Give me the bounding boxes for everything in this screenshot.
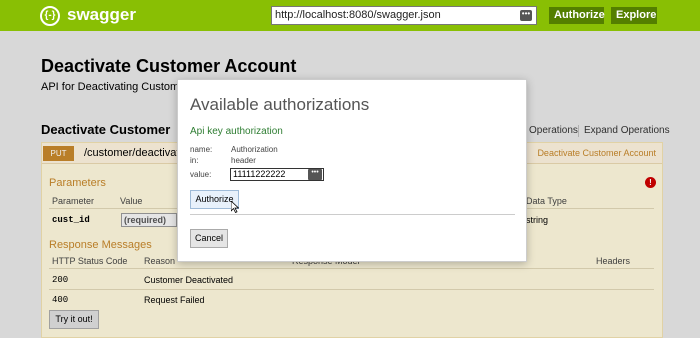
name-value: Authorization — [231, 145, 278, 154]
name-label: name: — [190, 145, 213, 154]
spec-url-input[interactable]: http://localhost:8080/swagger.json ••• — [271, 6, 537, 25]
auth-type-label: Api key authorization — [190, 126, 283, 137]
cancel-button[interactable]: Cancel — [190, 229, 228, 248]
app-name: swagger — [67, 5, 136, 24]
authorizations-dialog: Available authorizations Api key authori… — [177, 79, 527, 262]
in-value: header — [231, 156, 256, 165]
dialog-divider — [190, 214, 515, 215]
dialog-title: Available authorizations — [190, 95, 370, 114]
spec-url-value: http://localhost:8080/swagger.json — [275, 9, 441, 21]
header-authorize-button[interactable]: Authorize — [549, 7, 605, 24]
mouse-cursor-icon — [231, 201, 239, 213]
value-label: value: — [190, 170, 212, 179]
swagger-logo-icon: {-} — [40, 6, 60, 26]
autofill-menu-icon[interactable]: ••• — [520, 10, 532, 21]
api-key-value: 11111222222 — [233, 169, 286, 179]
explore-button[interactable]: Explore — [611, 7, 657, 24]
top-bar: {-} swagger http://localhost:8080/swagge… — [0, 0, 700, 31]
autofill-menu-icon[interactable]: ••• — [308, 169, 322, 180]
in-label: in: — [190, 156, 199, 165]
